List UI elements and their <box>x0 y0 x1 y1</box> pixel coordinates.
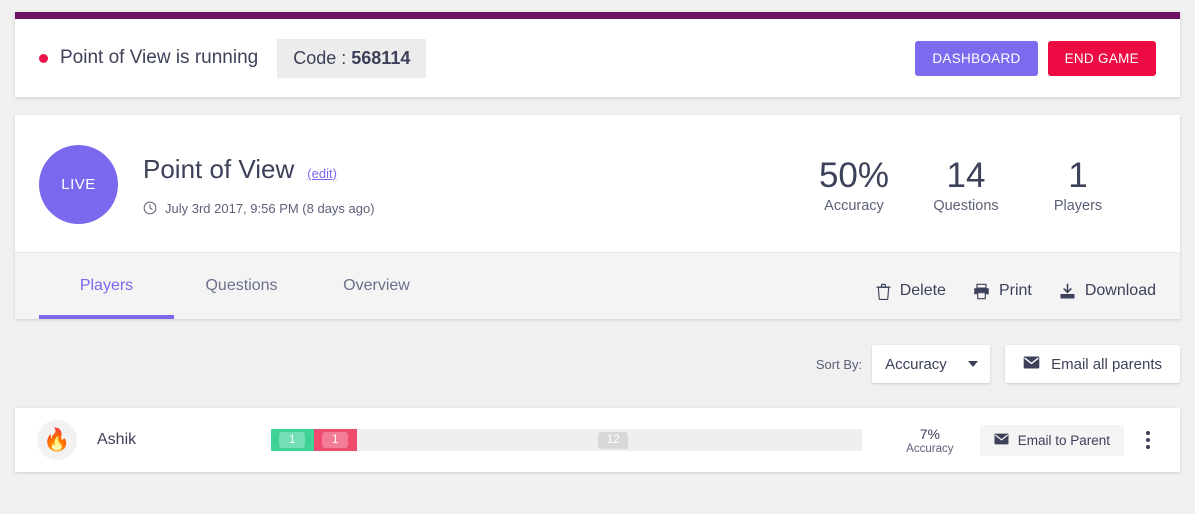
answer-progress-bar: 1 1 12 <box>270 429 862 451</box>
page-title: Point of View <box>143 153 295 184</box>
list-controls: Sort By: Accuracy Email all parents <box>816 345 1180 383</box>
tab-questions[interactable]: Questions <box>174 253 309 319</box>
tool-actions: Delete Print Download <box>876 282 1156 319</box>
player-accuracy-value: 7% <box>919 425 940 442</box>
edit-title-link[interactable]: (edit) <box>307 166 337 181</box>
print-button[interactable]: Print <box>973 282 1032 300</box>
status-actions: DASHBOARD END GAME <box>915 40 1156 76</box>
game-summary-card: LIVE Point of View (edit) July 3rd 2017,… <box>15 115 1180 319</box>
live-badge: LIVE <box>39 145 118 224</box>
kebab-dot <box>1146 431 1151 435</box>
stat-accuracy-value: 50% <box>818 155 890 195</box>
tab-list: Players Questions Overview <box>39 253 444 319</box>
tab-overview[interactable]: Overview <box>309 253 444 319</box>
tab-bar: Players Questions Overview Delete Print … <box>15 252 1180 319</box>
game-status-card: Point of View is running Code : 568114 D… <box>15 12 1180 97</box>
player-row[interactable]: 🔥 Ashik 1 1 12 7% Accuracy Email to Pare… <box>15 408 1180 472</box>
stat-questions: 14 Questions <box>910 155 1022 214</box>
printer-icon <box>973 283 990 300</box>
game-code-value: 568114 <box>351 47 411 68</box>
correct-count: 1 <box>279 432 306 448</box>
kebab-dot <box>1146 438 1151 442</box>
progress-segment-correct: 1 <box>270 429 314 451</box>
stat-players-value: 1 <box>1068 155 1088 195</box>
envelope-icon <box>1023 356 1040 373</box>
progress-segment-incorrect: 1 <box>313 429 357 451</box>
delete-button[interactable]: Delete <box>876 282 946 300</box>
unanswered-count: 12 <box>598 431 629 449</box>
chevron-down-icon <box>968 361 979 367</box>
stat-accuracy: 50% Accuracy <box>798 155 910 214</box>
email-to-parent-label: Email to Parent <box>1017 432 1111 448</box>
tab-players[interactable]: Players <box>39 253 174 319</box>
stat-players-label: Players <box>1053 198 1103 215</box>
stat-questions-label: Questions <box>933 198 999 215</box>
sort-by-select[interactable]: Accuracy <box>872 345 991 383</box>
game-date-text: July 3rd 2017, 9:56 PM (8 days ago) <box>165 200 375 216</box>
dashboard-button[interactable]: DASHBOARD <box>915 40 1038 76</box>
more-options-icon[interactable] <box>1138 431 1158 449</box>
summary-meta: Point of View (edit) July 3rd 2017, 9:56… <box>143 154 375 216</box>
stat-players: 1 Players <box>1022 155 1134 214</box>
game-date-row: July 3rd 2017, 9:56 PM (8 days ago) <box>143 201 375 216</box>
game-status-text: Point of View is running <box>60 47 259 68</box>
clock-icon <box>143 201 157 215</box>
sort-by-label: Sort By: <box>815 356 863 372</box>
stat-questions-value: 14 <box>946 155 986 195</box>
summary-section: LIVE Point of View (edit) July 3rd 2017,… <box>15 115 1180 252</box>
sort-by-value: Accuracy <box>885 355 947 373</box>
player-name: Ashik <box>97 431 137 448</box>
app-page: Point of View is running Code : 568114 D… <box>0 0 1195 514</box>
stats-group: 50% Accuracy 14 Questions 1 Players <box>798 155 1156 214</box>
stat-accuracy-label: Accuracy <box>824 198 884 215</box>
envelope-icon <box>994 433 1009 448</box>
download-icon <box>1059 283 1076 300</box>
email-all-parents-button[interactable]: Email all parents <box>1005 345 1180 383</box>
game-code-chip: Code : 568114 <box>277 38 427 78</box>
game-code-label: Code : <box>293 47 352 68</box>
avatar: 🔥 <box>37 420 77 460</box>
email-all-parents-label: Email all parents <box>1051 355 1162 373</box>
live-status-dot <box>39 53 48 63</box>
download-button[interactable]: Download <box>1059 282 1156 300</box>
progress-segment-unanswered: 12 <box>357 429 862 451</box>
download-label: Download <box>1084 282 1156 299</box>
incorrect-count: 1 <box>322 432 349 448</box>
email-to-parent-button[interactable]: Email to Parent <box>979 424 1125 456</box>
end-game-button[interactable]: END GAME <box>1047 40 1156 76</box>
trash-icon <box>876 283 891 300</box>
player-accuracy: 7% Accuracy <box>880 426 980 455</box>
kebab-dot <box>1146 445 1151 449</box>
print-label: Print <box>998 282 1032 299</box>
player-accuracy-label: Accuracy <box>906 442 954 455</box>
delete-label: Delete <box>899 282 946 299</box>
